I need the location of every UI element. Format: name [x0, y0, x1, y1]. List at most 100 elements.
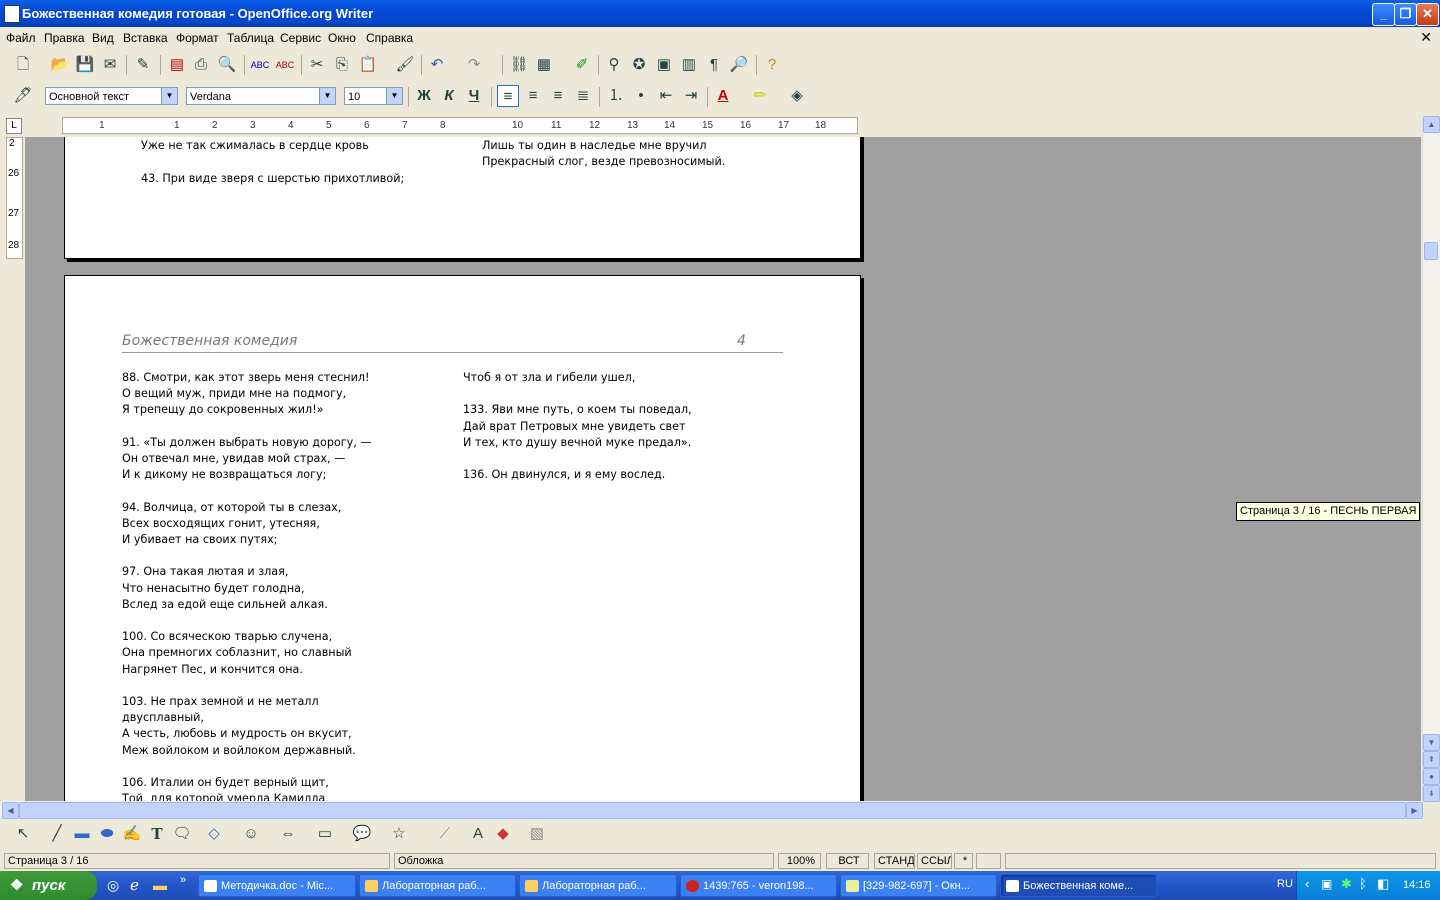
table-icon[interactable]: ▦	[533, 54, 555, 76]
menu-insert[interactable]: Вставка	[123, 31, 168, 45]
status-hyperlink-mode[interactable]: ССЫЛ	[917, 853, 952, 869]
menu-file[interactable]: Файл	[6, 31, 36, 45]
vertical-ruler[interactable]: 2 26 27 28	[6, 137, 23, 259]
menu-edit[interactable]: Правка	[44, 31, 85, 45]
font-size-combo[interactable]: 10 ▼	[344, 87, 403, 105]
line-icon[interactable]: ╱	[46, 823, 68, 845]
task-metodichka[interactable]: Методичка.doc - Mic...	[198, 874, 356, 897]
decrease-indent-icon[interactable]: ⇤	[655, 85, 677, 107]
paragraph-style-combo[interactable]: Основной текст ▼	[45, 87, 178, 105]
format-paintbrush-icon[interactable]: 🖌	[394, 54, 416, 76]
align-left-icon[interactable]: ≡	[497, 85, 519, 107]
justify-icon[interactable]: ≣	[572, 85, 594, 107]
chevron-down-icon[interactable]: ▼	[386, 88, 402, 104]
autospellcheck-icon[interactable]: ABC	[274, 54, 296, 76]
callout-icon[interactable]: 🗨	[171, 823, 193, 845]
numbering-icon[interactable]: ⒈	[605, 85, 627, 107]
from-file-icon[interactable]: ◆	[492, 823, 514, 845]
export-pdf-icon[interactable]: ▤	[166, 54, 188, 76]
freeform-icon[interactable]: ✍	[121, 823, 143, 845]
chevron-down-icon[interactable]: ▼	[319, 88, 335, 104]
status-zoom[interactable]: 100%	[778, 853, 821, 869]
show-draw-functions-icon[interactable]: ✐	[571, 54, 593, 76]
save-icon[interactable]: 💾	[74, 54, 96, 76]
previous-page-icon[interactable]: ⇞	[1423, 751, 1440, 768]
ellipse-icon[interactable]: ⬬	[96, 823, 118, 845]
menu-table[interactable]: Таблица	[227, 31, 274, 45]
horizontal-scroll-thumb[interactable]	[19, 802, 1406, 819]
data-sources-icon[interactable]: ▥	[678, 54, 700, 76]
agent-icon[interactable]: ✱	[1341, 876, 1352, 892]
chevron-down-icon[interactable]: ▼	[161, 88, 177, 104]
paste-icon[interactable]: 📋	[357, 54, 379, 76]
hyperlink-icon[interactable]: ⛓	[508, 54, 530, 76]
find-replace-icon[interactable]: ⚲	[603, 54, 625, 76]
help-icon[interactable]: ?	[761, 54, 783, 76]
document-workspace[interactable]: Уже не так сжималась в сердце кровь 43. …	[25, 137, 1421, 801]
edit-mode-icon[interactable]: ✎	[132, 54, 154, 76]
start-button[interactable]: ❖ пуск	[0, 871, 97, 900]
spellcheck-icon[interactable]: ABC	[249, 54, 271, 76]
task-opera[interactable]: 1439:765 - veron198...	[680, 874, 837, 897]
flowchart-icon[interactable]: ▭	[314, 823, 336, 845]
scroll-down-icon[interactable]: ▼	[1423, 734, 1440, 751]
highlighting-icon[interactable]: ✏	[749, 85, 771, 107]
align-right-icon[interactable]: ≡	[547, 85, 569, 107]
status-selection-mode[interactable]: СТАНД	[874, 853, 915, 869]
fontwork-icon[interactable]: A	[467, 823, 489, 845]
menu-help[interactable]: Справка	[366, 31, 413, 45]
network-icon[interactable]: ▣	[1321, 877, 1332, 891]
task-lab-1[interactable]: Лабораторная раб...	[359, 874, 516, 897]
bluetooth-icon[interactable]: ᛒ	[1359, 876, 1367, 891]
callouts-icon[interactable]: 💬	[351, 823, 373, 845]
scroll-right-icon[interactable]: ▶	[1406, 802, 1423, 819]
align-center-icon[interactable]: ≡	[522, 85, 544, 107]
select-icon[interactable]: ↖	[12, 823, 34, 845]
zoom-icon[interactable]: 🔎	[728, 54, 750, 76]
close-button[interactable]: ✕	[1416, 3, 1439, 26]
print-icon[interactable]: ⎙	[190, 54, 212, 76]
next-page-icon[interactable]: ⇟	[1423, 785, 1440, 802]
stars-icon[interactable]: ☆	[388, 823, 410, 845]
copy-icon[interactable]: ⎘	[331, 54, 353, 76]
new-document-icon[interactable]: 🗋	[12, 54, 34, 76]
text-icon[interactable]: T	[146, 823, 168, 845]
navigation-icon[interactable]: ●	[1423, 768, 1440, 785]
task-writer[interactable]: Божественная коме...	[1000, 874, 1157, 897]
background-color-icon[interactable]: ◈	[786, 85, 808, 107]
status-page[interactable]: Страница 3 / 16	[4, 853, 390, 869]
menu-tools[interactable]: Сервис	[280, 31, 321, 45]
underline-button[interactable]: Ч	[463, 85, 485, 107]
bold-button[interactable]: Ж	[413, 85, 435, 107]
font-name-combo[interactable]: Verdana ▼	[186, 87, 336, 105]
redo-icon[interactable]: ↷	[463, 54, 485, 76]
font-color-icon[interactable]: A	[712, 85, 734, 107]
status-page-style[interactable]: Обложка	[394, 853, 774, 869]
block-arrows-icon[interactable]: ⇔	[277, 823, 299, 845]
scroll-thumb[interactable]	[1424, 242, 1438, 260]
nonprinting-characters-icon[interactable]: ¶	[703, 54, 725, 76]
navigator-icon[interactable]: ✪	[628, 54, 650, 76]
horizontal-scrollbar[interactable]: ◀ ▶	[0, 801, 1423, 819]
points-icon[interactable]: ⟋	[434, 823, 456, 845]
gallery-icon[interactable]: ▣	[653, 54, 675, 76]
horizontal-ruler[interactable]: 1 1 2 3 4 5 6 7 8 10 11 12 13 14 15 16 1…	[62, 117, 858, 134]
extrusion-icon[interactable]: ▧	[526, 823, 548, 845]
scroll-up-icon[interactable]: ▲	[1423, 116, 1440, 133]
show-more-icon[interactable]: »	[180, 874, 186, 886]
antivirus-icon[interactable]: ◧	[1377, 876, 1389, 892]
tab-type-icon[interactable]: L	[6, 118, 22, 134]
symbol-shapes-icon[interactable]: ☺	[240, 823, 262, 845]
rectangle-icon[interactable]: ▬	[71, 823, 93, 845]
italic-button[interactable]: К	[438, 85, 460, 107]
email-icon[interactable]: ✉	[99, 54, 121, 76]
folder-icon[interactable]: ▬	[153, 877, 167, 893]
menu-format[interactable]: Формат	[176, 31, 219, 45]
open-icon[interactable]: 📂	[49, 54, 71, 76]
styles-formatting-icon[interactable]: 🖊	[12, 85, 34, 107]
task-lab-2[interactable]: Лабораторная раб...	[519, 874, 677, 897]
increase-indent-icon[interactable]: ⇥	[680, 85, 702, 107]
bullets-icon[interactable]: •	[630, 85, 652, 107]
basic-shapes-icon[interactable]: ◇	[203, 823, 225, 845]
minimize-button[interactable]: _	[1372, 3, 1395, 26]
